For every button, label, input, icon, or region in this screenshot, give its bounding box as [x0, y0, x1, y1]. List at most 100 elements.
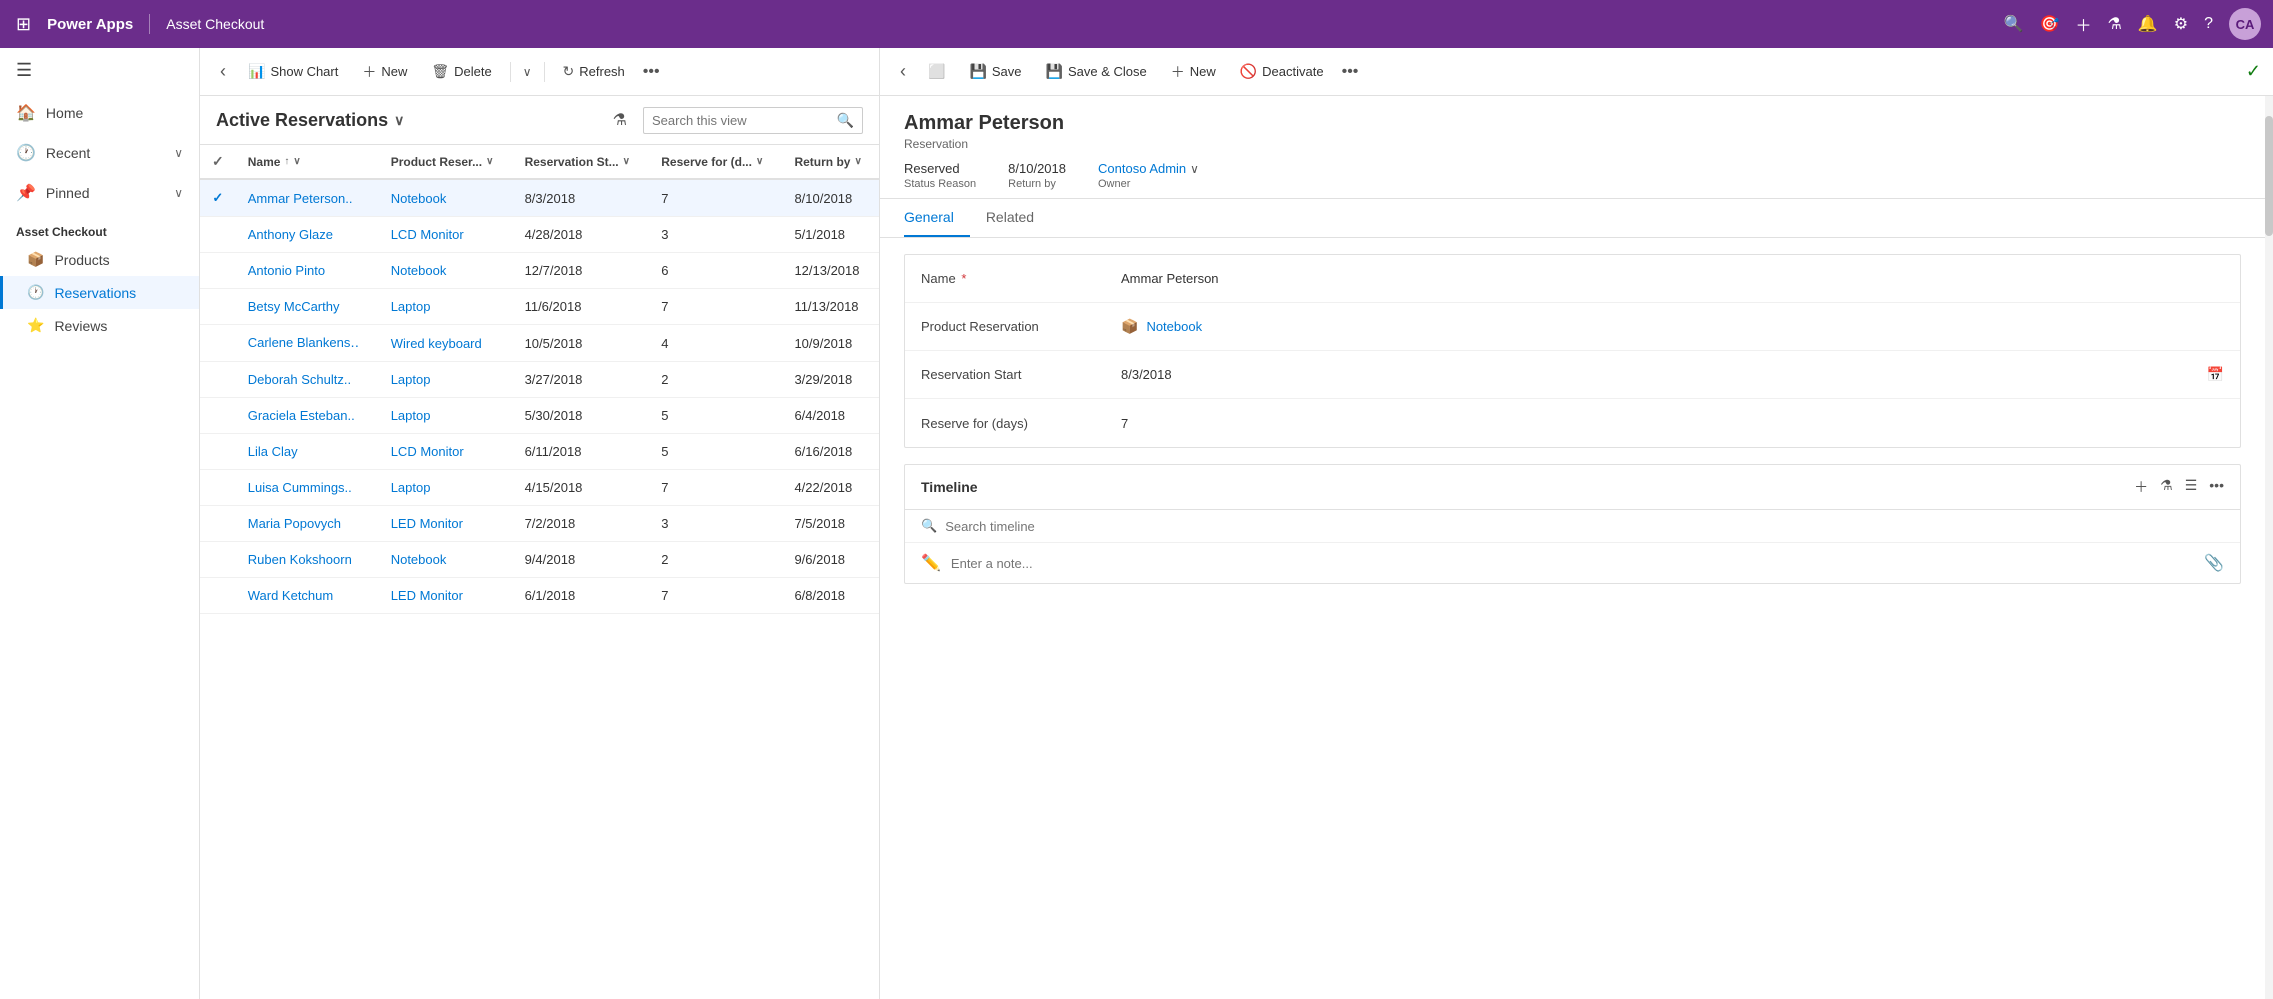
check-all-icon[interactable]: ✓	[212, 153, 224, 169]
owner-value[interactable]: Contoso Admin	[1098, 161, 1186, 176]
owner-chevron-icon[interactable]: ∨	[1190, 162, 1199, 176]
save-button[interactable]: 💾 Save	[959, 57, 1031, 86]
hamburger-icon[interactable]: ☰	[0, 48, 199, 93]
row-product[interactable]: LCD Monitor	[379, 217, 513, 253]
row-product[interactable]: LED Monitor	[379, 506, 513, 542]
row-name[interactable]: Anthony Glaze	[236, 217, 379, 253]
row-product[interactable]: Wired keyboard	[379, 325, 513, 362]
avatar[interactable]: CA	[2229, 8, 2261, 40]
table-row[interactable]: Ward Ketchum LED Monitor 6/1/2018 7 6/8/…	[200, 578, 879, 614]
grid-icon[interactable]: ⊞	[12, 10, 35, 39]
row-name[interactable]: Deborah Schultz..	[236, 362, 379, 398]
more-options-icon[interactable]: •••	[639, 57, 664, 87]
start-col-chevron-icon[interactable]: ∨	[623, 156, 630, 167]
row-product[interactable]: Notebook	[379, 253, 513, 289]
row-name[interactable]: Ammar Peterson..	[236, 179, 379, 217]
table-row[interactable]: Betsy McCarthy Laptop 11/6/2018 7 11/13/…	[200, 289, 879, 325]
row-name[interactable]: Ward Ketchum	[236, 578, 379, 614]
row-product[interactable]: Notebook	[379, 542, 513, 578]
product-field-value[interactable]: 📦 Notebook	[1121, 318, 2224, 335]
timeline-filter-icon[interactable]: ⚗	[2160, 477, 2173, 497]
view-filter-icon[interactable]: ⚗	[609, 106, 631, 134]
days-th-content[interactable]: Reserve for (d... ∨	[661, 155, 770, 169]
bell-icon[interactable]: 🔔	[2138, 14, 2158, 34]
table-row[interactable]: Luisa Cummings.. Laptop 4/15/2018 7 4/22…	[200, 470, 879, 506]
expand-button[interactable]: ⬜	[918, 57, 955, 86]
row-check[interactable]	[200, 434, 236, 470]
returnby-th-content[interactable]: Return by ∨	[794, 155, 867, 169]
row-name[interactable]: Maria Popovych	[236, 506, 379, 542]
add-icon[interactable]: ＋	[2075, 12, 2091, 36]
row-check[interactable]	[200, 578, 236, 614]
search-icon[interactable]: 🔍	[2004, 14, 2024, 34]
help-icon[interactable]: ?	[2204, 15, 2213, 33]
name-th-content[interactable]: Name ↑ ∨	[248, 155, 367, 169]
row-name[interactable]: Antonio Pinto	[236, 253, 379, 289]
product-col-chevron-icon[interactable]: ∨	[486, 156, 493, 167]
row-product[interactable]: Laptop	[379, 398, 513, 434]
table-row[interactable]: Antonio Pinto Notebook 12/7/2018 6 12/13…	[200, 253, 879, 289]
search-box-icon[interactable]: 🔍	[837, 112, 854, 129]
timeline-add-icon[interactable]: ＋	[2134, 477, 2148, 497]
row-check[interactable]	[200, 398, 236, 434]
row-name[interactable]: Betsy McCarthy	[236, 289, 379, 325]
start-th-content[interactable]: Reservation St... ∨	[525, 155, 638, 169]
detail-new-button[interactable]: ＋ New	[1161, 56, 1226, 88]
row-check[interactable]	[200, 289, 236, 325]
cmd-chevron-icon[interactable]: ∨	[519, 59, 536, 85]
detail-back-button[interactable]: ‹	[892, 57, 914, 86]
row-name[interactable]: Lila Clay	[236, 434, 379, 470]
detail-more-icon[interactable]: •••	[1338, 57, 1363, 87]
table-row[interactable]: Carlene Blankens‥ Wired keyboard 10/5/20…	[200, 325, 879, 362]
attach-icon[interactable]: 📎	[2204, 553, 2224, 573]
filter-icon[interactable]: ⚗	[2107, 14, 2121, 34]
sidebar-item-home[interactable]: 🏠 Home	[0, 93, 199, 133]
tab-general[interactable]: General	[904, 199, 970, 237]
table-row[interactable]: Ruben Kokshoorn Notebook 9/4/2018 2 9/6/…	[200, 542, 879, 578]
product-th-content[interactable]: Product Reser... ∨	[391, 155, 501, 169]
row-check[interactable]	[200, 217, 236, 253]
timeline-list-icon[interactable]: ☰	[2185, 477, 2198, 497]
row-name[interactable]: Ruben Kokshoorn	[236, 542, 379, 578]
table-row[interactable]: Deborah Schultz.. Laptop 3/27/2018 2 3/2…	[200, 362, 879, 398]
row-name[interactable]: Luisa Cummings..	[236, 470, 379, 506]
row-product[interactable]: LCD Monitor	[379, 434, 513, 470]
days-col-chevron-icon[interactable]: ∨	[756, 156, 763, 167]
list-new-button[interactable]: ＋ New	[352, 56, 417, 88]
returnby-col-chevron-icon[interactable]: ∨	[854, 156, 861, 167]
row-product[interactable]: Laptop	[379, 362, 513, 398]
back-button[interactable]: ‹	[212, 57, 234, 86]
save-close-button[interactable]: 💾 Save & Close	[1036, 57, 1157, 86]
sidebar-item-pinned[interactable]: 📌 Pinned ∨	[0, 173, 199, 213]
settings-icon[interactable]: ⚙	[2174, 14, 2188, 34]
row-check[interactable]	[200, 506, 236, 542]
row-check[interactable]	[200, 253, 236, 289]
name-col-chevron-icon[interactable]: ∨	[293, 156, 300, 167]
delete-button[interactable]: 🗑 Delete	[421, 57, 501, 86]
table-row[interactable]: Graciela Esteban.. Laptop 5/30/2018 5 6/…	[200, 398, 879, 434]
timeline-more-icon[interactable]: •••	[2209, 477, 2224, 497]
row-product[interactable]: LED Monitor	[379, 578, 513, 614]
deactivate-button[interactable]: 🚫 Deactivate	[1230, 57, 1334, 86]
calendar-icon[interactable]: 📅	[2207, 366, 2224, 383]
row-check[interactable]	[200, 325, 236, 362]
table-row[interactable]: Maria Popovych LED Monitor 7/2/2018 3 7/…	[200, 506, 879, 542]
table-row[interactable]: Lila Clay LCD Monitor 6/11/2018 5 6/16/2…	[200, 434, 879, 470]
row-check[interactable]	[200, 542, 236, 578]
tab-related[interactable]: Related	[986, 199, 1050, 237]
timeline-note-input[interactable]	[951, 556, 2194, 571]
row-check[interactable]	[200, 470, 236, 506]
search-input[interactable]	[652, 113, 831, 128]
sidebar-item-products[interactable]: 📦 Products	[0, 243, 199, 276]
sidebar-item-reviews[interactable]: ⭐ Reviews	[0, 309, 199, 342]
view-title-chevron-icon[interactable]: ∨	[394, 112, 404, 129]
row-name[interactable]: Graciela Esteban..	[236, 398, 379, 434]
row-name[interactable]: Carlene Blankens‥	[236, 325, 379, 362]
table-row[interactable]: Anthony Glaze LCD Monitor 4/28/2018 3 5/…	[200, 217, 879, 253]
table-row[interactable]: ✓ Ammar Peterson.. Notebook 8/3/2018 7 8…	[200, 179, 879, 217]
row-check[interactable]: ✓	[200, 179, 236, 217]
row-product[interactable]: Notebook	[379, 179, 513, 217]
show-chart-button[interactable]: 📊 Show Chart	[238, 57, 348, 86]
target-icon[interactable]: 🎯	[2040, 14, 2060, 34]
row-check[interactable]	[200, 362, 236, 398]
